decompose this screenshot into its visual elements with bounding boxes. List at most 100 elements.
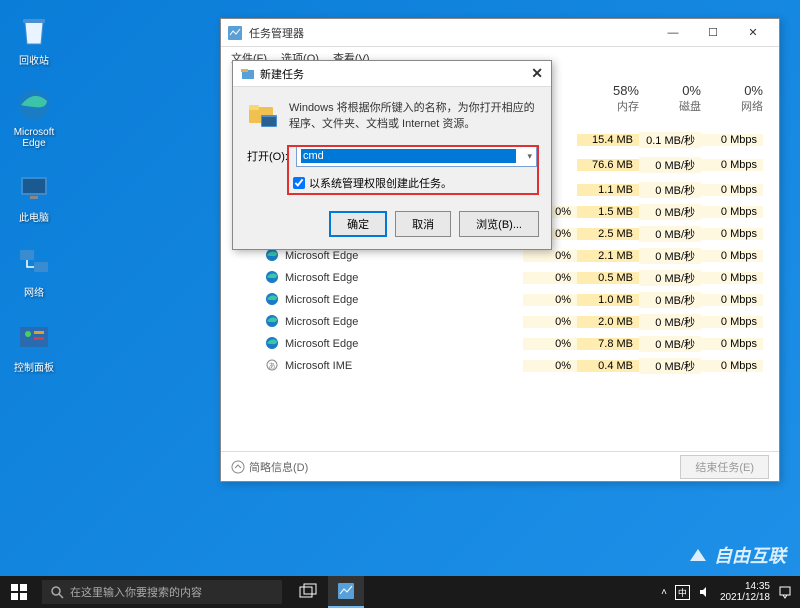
process-network: 0 Mbps — [701, 294, 763, 306]
browse-button[interactable]: 浏览(B)... — [459, 211, 539, 237]
desktop-icon-label: 控制面板 — [14, 359, 54, 374]
desktop-icon-recycle-bin[interactable]: 回收站 — [8, 10, 60, 67]
process-memory: 76.6 MB — [577, 159, 639, 171]
process-icon — [265, 248, 281, 264]
taskbar: 在这里输入你要搜索的内容 ˄ 中 14:35 2021/12/18 — [0, 576, 800, 608]
cancel-button[interactable]: 取消 — [395, 211, 451, 237]
process-memory: 1.0 MB — [577, 294, 639, 306]
process-memory: 15.4 MB — [577, 134, 639, 146]
process-disk: 0 MB/秒 — [639, 336, 701, 352]
desktop-icon-this-pc[interactable]: 此电脑 — [8, 167, 60, 224]
process-icon — [265, 270, 281, 286]
dialog-close-button[interactable]: ✕ — [531, 65, 543, 82]
search-icon — [50, 585, 64, 599]
process-memory: 1.1 MB — [577, 184, 639, 196]
run-dialog-icon — [241, 67, 255, 81]
taskbar-clock[interactable]: 14:35 2021/12/18 — [720, 581, 770, 603]
desktop-icon-label: Microsoft Edge — [8, 127, 60, 149]
system-tray: ˄ 中 14:35 2021/12/18 — [661, 581, 800, 603]
desktop-icon-control-panel[interactable]: 控制面板 — [8, 317, 60, 374]
process-row[interactable]: Microsoft Edge0%0.5 MB0 MB/秒0 Mbps — [253, 267, 763, 289]
task-view-button[interactable] — [290, 576, 326, 608]
run-dialog: 新建任务 ✕ Windows 将根据你所键入的名称，为你打开相应的程序、文件夹、… — [232, 60, 552, 250]
process-disk: 0 MB/秒 — [639, 182, 701, 198]
process-disk: 0 MB/秒 — [639, 358, 701, 374]
process-cpu: 0% — [523, 294, 577, 306]
brief-info-toggle[interactable]: 简略信息(D) — [231, 459, 308, 475]
process-memory: 0.4 MB — [577, 360, 639, 372]
task-view-icon — [299, 583, 317, 601]
admin-label: 以系统管理权限创建此任务。 — [309, 175, 452, 191]
desktop-icon-edge[interactable]: Microsoft Edge — [8, 85, 60, 149]
process-name: Microsoft Edge — [285, 272, 523, 284]
edge-icon — [16, 87, 52, 123]
process-network: 0 Mbps — [701, 338, 763, 350]
process-name: Microsoft Edge — [285, 294, 523, 306]
process-network: 0 Mbps — [701, 228, 763, 240]
watermark-icon — [686, 543, 710, 567]
process-disk: 0 MB/秒 — [639, 204, 701, 220]
admin-checkbox[interactable] — [293, 177, 305, 189]
task-manager-icon — [227, 25, 243, 41]
process-network: 0 Mbps — [701, 250, 763, 262]
process-memory: 7.8 MB — [577, 338, 639, 350]
header-disk[interactable]: 0% 磁盘 — [639, 83, 701, 114]
process-disk: 0 MB/秒 — [639, 270, 701, 286]
network-icon — [16, 244, 52, 280]
desktop-icon-label: 此电脑 — [19, 209, 49, 224]
process-name: Microsoft Edge — [285, 338, 523, 350]
process-icon — [265, 336, 281, 352]
ok-button[interactable]: 确定 — [329, 211, 387, 237]
process-network: 0 Mbps — [701, 360, 763, 372]
process-disk: 0.1 MB/秒 — [639, 132, 701, 148]
process-icon — [265, 314, 281, 330]
task-manager-footer: 简略信息(D) 结束任务(E) — [221, 451, 779, 481]
watermark: 自由互联 — [686, 542, 786, 568]
tray-ime-icon[interactable]: 中 — [675, 585, 690, 600]
process-network: 0 Mbps — [701, 134, 763, 146]
process-cpu: 0% — [523, 272, 577, 284]
taskbar-search[interactable]: 在这里输入你要搜索的内容 — [42, 580, 282, 604]
process-memory: 2.5 MB — [577, 228, 639, 240]
control-panel-icon — [16, 319, 52, 355]
process-disk: 0 MB/秒 — [639, 226, 701, 242]
header-memory[interactable]: 58% 内存 — [577, 83, 639, 114]
open-input[interactable] — [301, 149, 516, 163]
column-headers: 58% 内存 0% 磁盘 0% 网络 — [577, 83, 763, 114]
header-network[interactable]: 0% 网络 — [701, 83, 763, 114]
start-button[interactable] — [0, 576, 38, 608]
windows-logo-icon — [11, 584, 27, 600]
close-button[interactable]: ✕ — [733, 20, 773, 46]
folder-run-icon — [247, 99, 279, 131]
tray-chevron-icon[interactable]: ˄ — [661, 587, 667, 598]
process-network: 0 Mbps — [701, 272, 763, 284]
end-task-button[interactable]: 结束任务(E) — [680, 455, 769, 479]
minimize-button[interactable]: — — [653, 20, 693, 46]
svg-text:あ: あ — [269, 362, 276, 370]
taskbar-item-taskmgr[interactable] — [328, 576, 364, 608]
desktop-icon-network[interactable]: 网络 — [8, 242, 60, 299]
process-row[interactable]: Microsoft Edge0%1.0 MB0 MB/秒0 Mbps — [253, 289, 763, 311]
process-disk: 0 MB/秒 — [639, 248, 701, 264]
process-row[interactable]: あMicrosoft IME0%0.4 MB0 MB/秒0 Mbps — [253, 355, 763, 377]
process-cpu: 0% — [523, 338, 577, 350]
notification-icon[interactable] — [778, 585, 792, 599]
process-network: 0 Mbps — [701, 316, 763, 328]
dialog-description: Windows 将根据你所键入的名称，为你打开相应的程序、文件夹、文档或 Int… — [289, 99, 537, 131]
open-combobox[interactable]: ▾ — [296, 145, 537, 167]
process-memory: 0.5 MB — [577, 272, 639, 284]
dropdown-icon[interactable]: ▾ — [527, 151, 532, 162]
process-network: 0 Mbps — [701, 206, 763, 218]
desktop-icons: 回收站 Microsoft Edge 此电脑 网络 控制面板 — [8, 10, 60, 374]
window-title: 任务管理器 — [249, 25, 653, 41]
process-row[interactable]: Microsoft Edge0%2.0 MB0 MB/秒0 Mbps — [253, 311, 763, 333]
maximize-button[interactable]: ☐ — [693, 20, 733, 46]
process-disk: 0 MB/秒 — [639, 314, 701, 330]
dialog-titlebar[interactable]: 新建任务 ✕ — [233, 61, 551, 87]
process-name: Microsoft IME — [285, 360, 523, 372]
process-row[interactable]: Microsoft Edge0%7.8 MB0 MB/秒0 Mbps — [253, 333, 763, 355]
tray-volume-icon[interactable] — [698, 585, 712, 599]
this-pc-icon — [16, 169, 52, 205]
titlebar[interactable]: 任务管理器 — ☐ ✕ — [221, 19, 779, 47]
task-manager-icon — [337, 582, 355, 600]
